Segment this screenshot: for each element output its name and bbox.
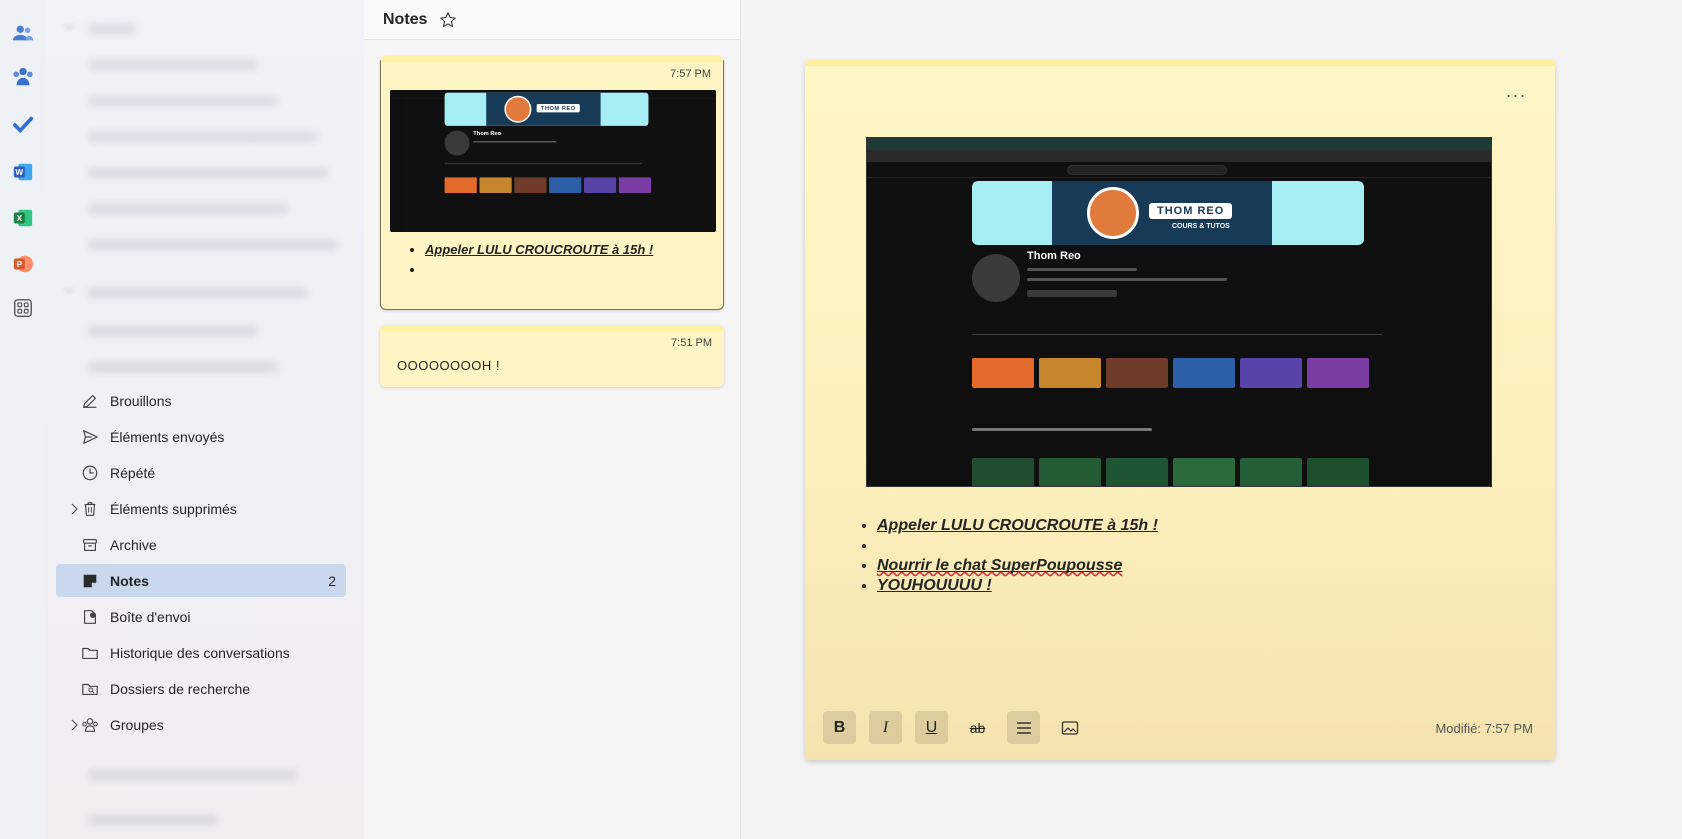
note-icon <box>79 570 101 592</box>
underline-button[interactable]: U <box>915 711 948 744</box>
chevron-down-icon <box>64 288 74 294</box>
list-item[interactable]: Nourrir le chat SuperPoupousse <box>877 556 1158 576</box>
list-header: Notes <box>364 0 740 40</box>
image-icon <box>1061 720 1078 735</box>
folder-label: Historique des conversations <box>110 644 290 661</box>
more-options-icon[interactable]: ··· <box>1501 80 1531 110</box>
note-time: 7:57 PM <box>670 68 711 80</box>
folder-boite-envoi[interactable]: Boîte d'envoi <box>56 600 346 633</box>
note-image[interactable]: THOM REO COURS & TUTOS Thom Reo <box>866 137 1492 487</box>
bullet-list-icon <box>1016 721 1031 734</box>
teams-icon[interactable] <box>11 65 35 89</box>
note-bullet-list: Appeler LULU CROUCROUTE à 15h ! <box>425 242 653 282</box>
note-card[interactable]: 7:51 PM OOOOOOOOH ! <box>380 325 724 387</box>
chevron-right-icon[interactable] <box>70 718 80 732</box>
blurred-account <box>88 288 308 298</box>
blurred-folder <box>88 204 288 214</box>
folder-groupes[interactable]: Groupes <box>56 708 346 741</box>
note-card[interactable]: 7:57 PM THOM REO Thom Reo Appeler LULU C… <box>380 56 724 310</box>
excel-icon[interactable]: X <box>11 206 35 230</box>
folder-label: Brouillons <box>110 392 172 409</box>
banner-text: THOM REO <box>1149 203 1233 219</box>
folder-label: Répété <box>110 464 156 481</box>
blurred-folder <box>88 168 328 178</box>
modified-timestamp: Modifié: 7:57 PM <box>1435 721 1533 736</box>
search-folder-icon <box>79 678 101 700</box>
todo-icon[interactable] <box>11 113 35 137</box>
blurred-account <box>88 770 298 780</box>
folder-elements-supprimes[interactable]: Éléments supprimés <box>56 492 346 525</box>
folder-brouillons[interactable]: Brouillons <box>56 384 346 417</box>
note-image-thumbnail: THOM REO Thom Reo <box>390 90 716 232</box>
list-item: Appeler LULU CROUCROUTE à 15h ! <box>425 242 653 262</box>
folder-pane: Brouillons Éléments envoyés Répété Éléme… <box>46 0 364 839</box>
notes-list-pane: Notes 7:57 PM THOM REO Thom Reo Ap <box>364 0 741 839</box>
star-icon[interactable] <box>439 11 457 29</box>
list-item[interactable]: Appeler LULU CROUCROUTE à 15h ! <box>877 516 1158 536</box>
people-icon[interactable] <box>11 21 35 45</box>
blurred-folder <box>88 60 258 70</box>
list-item <box>425 262 653 282</box>
draft-icon <box>79 390 101 412</box>
folder-label: Éléments envoyés <box>110 428 225 445</box>
channel-name: Thom Reo <box>1027 250 1081 262</box>
folder-elements-envoyes[interactable]: Éléments envoyés <box>56 420 346 453</box>
insert-image-button[interactable] <box>1053 711 1086 744</box>
chevron-down-icon <box>64 24 74 30</box>
list-item[interactable] <box>877 536 1158 556</box>
blurred-folder <box>88 326 258 336</box>
strikethrough-button[interactable]: ab <box>961 711 994 744</box>
folder-label: Éléments supprimés <box>110 500 237 517</box>
folder-notes[interactable]: Notes 2 <box>56 564 346 597</box>
note-preview-text: OOOOOOOOH ! <box>397 358 501 373</box>
chevron-right-icon[interactable] <box>70 502 80 516</box>
list-item-text: Nourrir le chat SuperPoupousse <box>877 557 1123 574</box>
folder-repete[interactable]: Répété <box>56 456 346 489</box>
app-rail: W X P <box>0 0 46 839</box>
bullet-list-button[interactable] <box>1007 711 1040 744</box>
svg-text:P: P <box>17 260 23 269</box>
folder-label: Archive <box>110 536 157 553</box>
reading-pane: ··· THOM REO COURS & TUTOS Thom Reo • Ap… <box>741 0 1682 839</box>
folder-icon <box>79 642 101 664</box>
powerpoint-icon[interactable]: P <box>11 252 35 276</box>
banner-text: THOM REO <box>536 104 580 113</box>
blurred-folder <box>88 240 338 250</box>
svg-text:X: X <box>17 214 23 223</box>
channel-name: Thom Reo <box>473 130 502 137</box>
italic-button[interactable]: I <box>869 711 902 744</box>
groups-icon <box>79 714 101 736</box>
folder-historique-conversations[interactable]: Historique des conversations <box>56 636 346 669</box>
send-icon <box>79 426 101 448</box>
list-item[interactable]: YOUHOUUUU ! <box>877 576 1158 596</box>
unread-count: 2 <box>328 572 336 589</box>
blurred-folder <box>88 96 278 106</box>
folder-archive[interactable]: Archive <box>56 528 346 561</box>
note-editor[interactable]: ··· THOM REO COURS & TUTOS Thom Reo • Ap… <box>805 60 1555 760</box>
format-toolbar: B I U ab <box>823 711 1086 744</box>
blurred-folder <box>88 132 318 142</box>
folder-label: Boîte d'envoi <box>110 608 191 625</box>
folder-label: Groupes <box>110 716 164 733</box>
editor-bullet-list[interactable]: Appeler LULU CROUCROUTE à 15h ! Nourrir … <box>877 516 1158 596</box>
folder-label: Notes <box>110 572 149 589</box>
apps-icon[interactable] <box>11 296 35 320</box>
note-time: 7:51 PM <box>671 337 712 349</box>
folder-label: Dossiers de recherche <box>110 680 251 697</box>
svg-text:W: W <box>15 168 23 177</box>
bold-button[interactable]: B <box>823 711 856 744</box>
blurred-folder <box>88 362 278 372</box>
outbox-icon <box>79 606 101 628</box>
blurred-folder <box>88 815 218 825</box>
trash-icon <box>79 498 101 520</box>
archive-icon <box>79 534 101 556</box>
clock-icon <box>79 462 101 484</box>
blurred-account <box>88 24 136 34</box>
folder-dossiers-recherche[interactable]: Dossiers de recherche <box>56 672 346 705</box>
word-icon[interactable]: W <box>11 160 35 184</box>
list-title: Notes <box>383 10 428 28</box>
banner-subtitle: COURS & TUTOS <box>1172 223 1230 230</box>
